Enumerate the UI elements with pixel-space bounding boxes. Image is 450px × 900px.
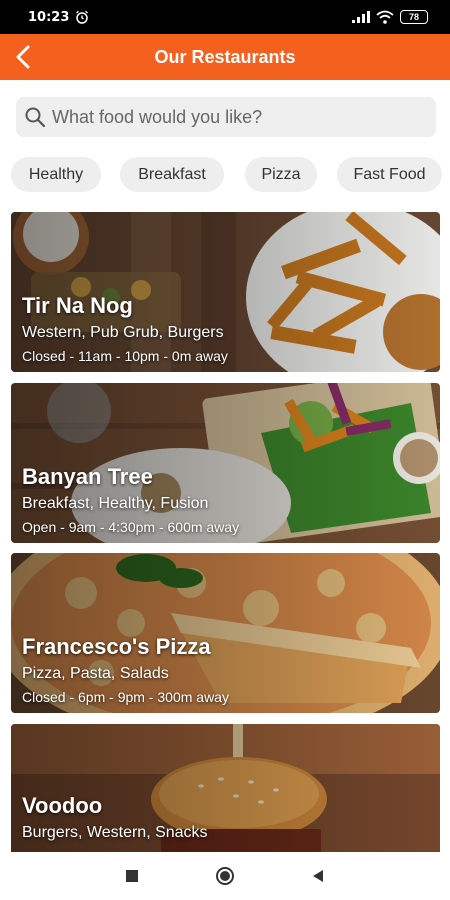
filter-chip-breakfast[interactable]: Breakfast: [120, 157, 224, 192]
restaurant-cuisine: Burgers, Western, Snacks: [22, 824, 208, 841]
signal-icon: [352, 11, 370, 23]
status-icons: 78: [352, 10, 428, 24]
restaurant-name: Voodoo: [22, 793, 103, 818]
restaurant-name: Banyan Tree: [22, 464, 153, 489]
restaurant-card[interactable]: Voodoo Burgers, Western, Snacks: [11, 724, 440, 852]
wifi-icon: [376, 10, 394, 24]
restaurant-name: Tir Na Nog: [22, 293, 133, 318]
system-nav-bar: [0, 852, 450, 900]
back-button[interactable]: [8, 42, 38, 72]
app-bar: Our Restaurants: [0, 34, 450, 80]
back-arrow-icon: [16, 45, 30, 69]
status-time: 10:23: [28, 9, 70, 25]
restaurant-cuisine: Pizza, Pasta, Salads: [22, 665, 169, 682]
filter-chip-fast-food[interactable]: Fast Food: [337, 157, 442, 192]
restaurant-status: Closed - 11am - 10pm - 0m away: [22, 348, 228, 364]
page-title: Our Restaurants: [154, 46, 296, 67]
search-icon: [25, 107, 46, 128]
nav-back-icon: [313, 870, 323, 882]
nav-home-icon: [216, 867, 234, 885]
alarm-icon: [76, 10, 89, 24]
battery-icon: 78: [400, 10, 428, 24]
nav-recents-icon: [126, 870, 138, 882]
restaurant-status: Closed - 6pm - 9pm - 300m away: [22, 689, 229, 705]
nav-recents-button[interactable]: [122, 866, 142, 886]
search-input[interactable]: [52, 106, 422, 128]
restaurant-card[interactable]: Banyan Tree Breakfast, Healthy, Fusion O…: [11, 383, 440, 543]
restaurant-card[interactable]: Tir Na Nog Western, Pub Grub, Burgers Cl…: [11, 212, 440, 372]
search-bar[interactable]: [16, 97, 436, 137]
restaurant-cuisine: Breakfast, Healthy, Fusion: [22, 495, 209, 512]
filter-chip-healthy[interactable]: Healthy: [11, 157, 101, 192]
restaurant-card[interactable]: Francesco's Pizza Pizza, Pasta, Salads C…: [11, 553, 440, 713]
restaurant-name: Francesco's Pizza: [22, 634, 211, 659]
nav-back-button[interactable]: [308, 866, 328, 886]
restaurant-status: Open - 9am - 4:30pm - 600m away: [22, 519, 240, 535]
restaurant-cuisine: Western, Pub Grub, Burgers: [22, 324, 224, 341]
status-bar: 10:23 78: [0, 0, 450, 34]
nav-home-button[interactable]: [214, 866, 236, 886]
filter-chip-pizza[interactable]: Pizza: [245, 157, 317, 192]
